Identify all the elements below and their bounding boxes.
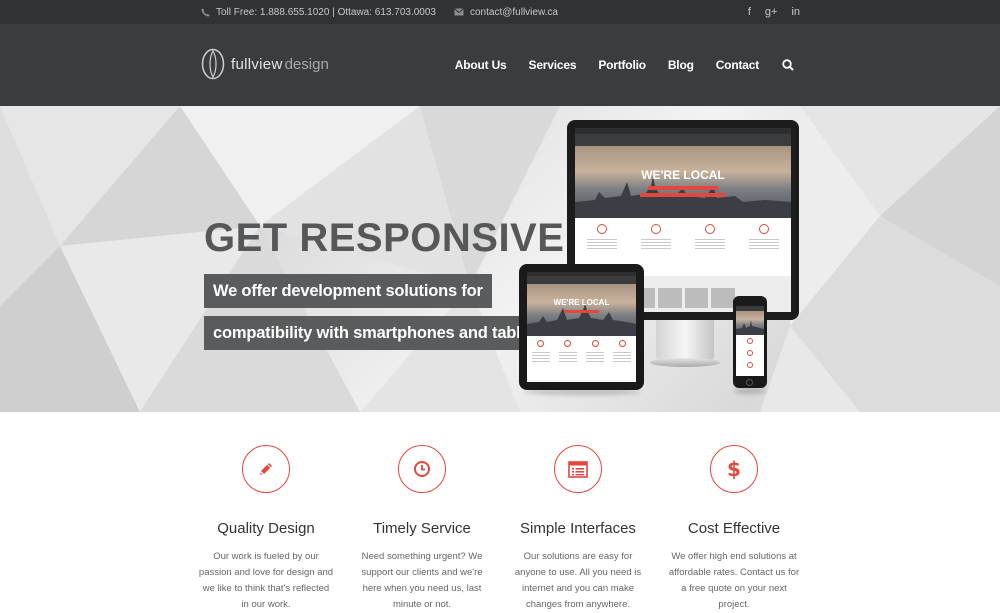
feature-description: Our solutions are easy for anyone to use… [514,551,642,610]
tablet-screen: WE'RE LOCAL [527,272,636,382]
brand-suffix: design [284,55,329,73]
phone-numbers: Toll Free: 1.888.655.1020 | Ottawa: 613.… [216,6,436,18]
site-header: fullview design About Us Services Portfo… [0,24,1000,106]
list-window-icon [554,445,602,493]
feature-timely-service: Timely Service Need something urgent? We… [344,445,500,610]
features-section: Quality Design Our work is fueled by our… [188,445,812,610]
phone-screen [736,306,764,376]
envelope-icon [454,7,464,17]
monitor-stand [656,320,714,362]
hero-title: GET RESPONSIVE [204,216,565,260]
search-icon[interactable] [781,58,795,72]
contact-info: Toll Free: 1.888.655.1020 | Ottawa: 613.… [200,0,558,24]
hero-tagline-line-1: We offer development solutions for [204,274,492,308]
feature-quality-design: Quality Design Our work is fueled by our… [188,445,344,610]
nav-about-us[interactable]: About Us [455,58,507,72]
email-link[interactable]: contact@fullview.ca [470,7,558,18]
smartphone-mockup [733,296,767,388]
svg-text:$: $ [727,458,741,480]
social-links: f g+ in [748,0,800,24]
feature-title: Timely Service [373,520,471,537]
tablet-mockup: WE'RE LOCAL [519,264,644,390]
feature-description: Need something urgent? We support our cl… [361,551,483,610]
clock-icon [398,445,446,493]
brand-name: fullview [231,55,283,73]
main-nav: About Us Services Portfolio Blog Contact [455,54,795,76]
feature-title: Quality Design [217,520,315,537]
pencil-icon [242,445,290,493]
feature-title: Cost Effective [687,520,781,537]
phone-home-button [746,379,753,386]
facebook-icon[interactable]: f [748,6,751,18]
nav-blog[interactable]: Blog [668,58,694,72]
dollar-icon: $ [710,445,758,493]
nav-contact[interactable]: Contact [716,58,759,72]
logo-mark-icon [201,48,225,80]
tablet-screen-heading: WE'RE LOCAL [553,298,610,307]
site-logo[interactable]: fullview design [201,48,329,80]
hero-banner: GET RESPONSIVE We offer development solu… [0,106,1000,412]
feature-simple-interfaces: Simple Interfaces Our solutions are easy… [500,445,656,610]
device-screen-heading: WE'RE LOCAL [641,168,725,182]
top-bar: Toll Free: 1.888.655.1020 | Ottawa: 613.… [0,0,1000,24]
monitor-stand-base [650,358,720,367]
nav-portfolio[interactable]: Portfolio [598,58,646,72]
google-plus-icon[interactable]: g+ [765,6,778,18]
hero-tagline-line-2: compatibility with smartphones and table… [204,316,553,350]
linkedin-icon[interactable]: in [791,6,800,18]
nav-services[interactable]: Services [529,58,577,72]
feature-title: Simple Interfaces [520,520,636,537]
feature-cost-effective: $ Cost Effective We offer high end solut… [656,445,812,610]
feature-description: Our work is fueled by our passion and lo… [198,551,334,610]
feature-description: We offer high end solutions at affordabl… [668,551,800,610]
phone-icon [200,7,210,17]
